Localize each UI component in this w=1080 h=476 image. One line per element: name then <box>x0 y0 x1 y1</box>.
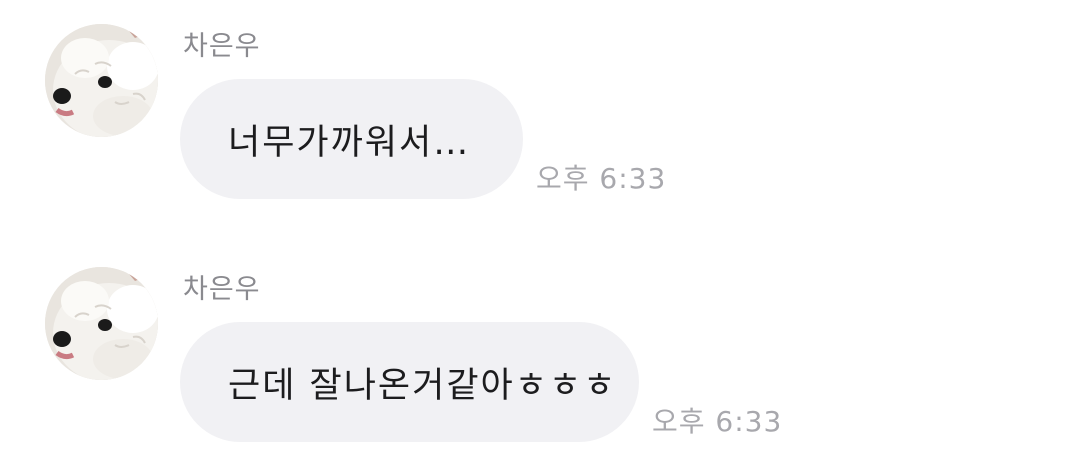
message-text: 너무가까워서… <box>228 122 471 163</box>
message-timestamp: 오후 6:33 <box>536 162 667 195</box>
sender-name: 차은우 <box>183 274 261 305</box>
message-bubble[interactable]: 너무가까워서… <box>180 79 523 199</box>
message-timestamp: 오후 6:33 <box>652 405 783 438</box>
dog-avatar-icon[interactable] <box>45 267 158 380</box>
sender-name: 차은우 <box>183 31 261 62</box>
dog-avatar-icon[interactable] <box>45 24 158 137</box>
message-text: 근데 잘나온거같아ㅎㅎㅎ <box>228 365 618 406</box>
message-bubble[interactable]: 근데 잘나온거같아ㅎㅎㅎ <box>180 322 639 442</box>
